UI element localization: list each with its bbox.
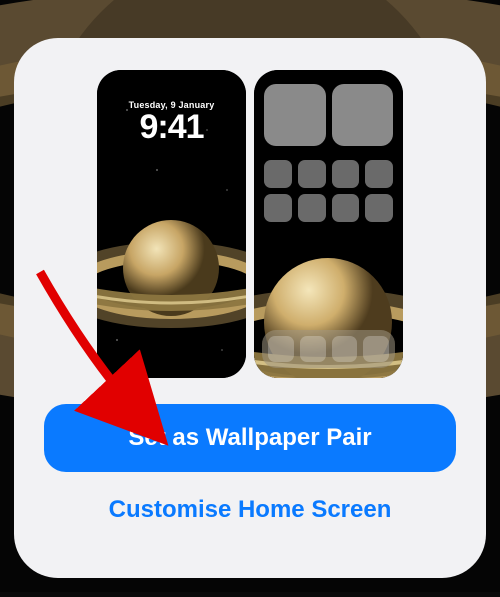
wallpaper-options-sheet: Tuesday, 9 January 9:41 <box>14 38 486 578</box>
dock-slot <box>363 336 389 362</box>
lock-screen-time: 9:41 <box>97 110 246 146</box>
app-icon-placeholder <box>264 160 292 188</box>
app-icon-placeholder <box>298 160 326 188</box>
app-icon-placeholder <box>332 160 360 188</box>
app-icon-placeholder <box>298 194 326 222</box>
home-screen-preview <box>254 70 403 378</box>
widget-placeholder <box>332 84 394 146</box>
lock-screen-header: Tuesday, 9 January 9:41 <box>97 100 246 146</box>
home-dock <box>262 330 395 368</box>
dock-slot <box>332 336 358 362</box>
lock-screen-preview: Tuesday, 9 January 9:41 <box>97 70 246 378</box>
app-icon-placeholder <box>264 194 292 222</box>
set-wallpaper-pair-button[interactable]: Set as Wallpaper Pair <box>44 404 456 472</box>
app-icon-placeholder <box>365 160 393 188</box>
wallpaper-previews: Tuesday, 9 January 9:41 <box>97 70 403 378</box>
widget-placeholder <box>264 84 326 146</box>
customise-home-screen-button[interactable]: Customise Home Screen <box>44 472 456 530</box>
app-icon-placeholder <box>332 194 360 222</box>
dock-slot <box>300 336 326 362</box>
dock-slot <box>268 336 294 362</box>
home-icon-grid <box>264 160 393 222</box>
app-icon-placeholder <box>365 194 393 222</box>
home-widget-grid <box>264 84 393 146</box>
